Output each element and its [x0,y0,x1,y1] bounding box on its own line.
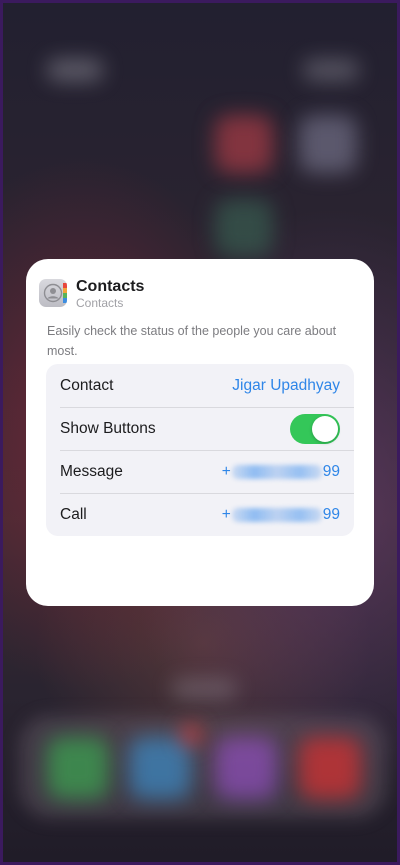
message-label: Message [60,462,123,480]
show-buttons-row: Show Buttons [46,407,354,450]
contact-label: Contact [60,376,114,394]
blurred-app-icon [299,737,361,799]
call-number[interactable]: + 99 [222,506,340,524]
blurred-app-icon [215,115,273,173]
blurred-app-icon [215,199,273,257]
widget-subtitle: Contacts [76,295,124,310]
widget-title: Contacts [76,277,145,295]
blurred-phone-icon [47,737,109,799]
widget-header: Contacts Contacts [39,277,145,310]
blurred-app-icon [215,737,277,799]
blurred-widget [303,59,359,81]
redacted-phone-digits [231,507,322,522]
blurred-widget [47,59,103,81]
blurred-safari-icon [129,737,191,799]
contact-row[interactable]: Contact Jigar Upadhyay [46,364,354,407]
blurred-notification-badge [181,725,201,745]
call-number-prefix: + [221,505,231,523]
message-number-prefix: + [221,462,231,480]
blurred-app-icon [299,115,357,173]
message-row[interactable]: Message + 99 [46,450,354,493]
widget-settings-group: Contact Jigar Upadhyay Show Buttons Mess… [46,364,354,536]
call-row[interactable]: Call + 99 [46,493,354,536]
message-number[interactable]: + 99 [222,463,340,481]
contacts-app-icon [39,279,67,307]
toggle-knob [312,415,338,442]
show-buttons-label: Show Buttons [60,419,156,437]
widget-configuration-card: Contacts Contacts Easily check the statu… [26,259,374,606]
redacted-phone-digits [231,464,322,479]
message-number-suffix: 99 [322,462,340,480]
widget-description: Easily check the status of the people yo… [47,324,337,358]
call-number-suffix: 99 [322,505,340,523]
show-buttons-toggle[interactable] [290,413,340,444]
call-label: Call [60,505,87,523]
contact-value[interactable]: Jigar Upadhyay [232,377,340,395]
blurred-page-indicator [171,679,237,699]
